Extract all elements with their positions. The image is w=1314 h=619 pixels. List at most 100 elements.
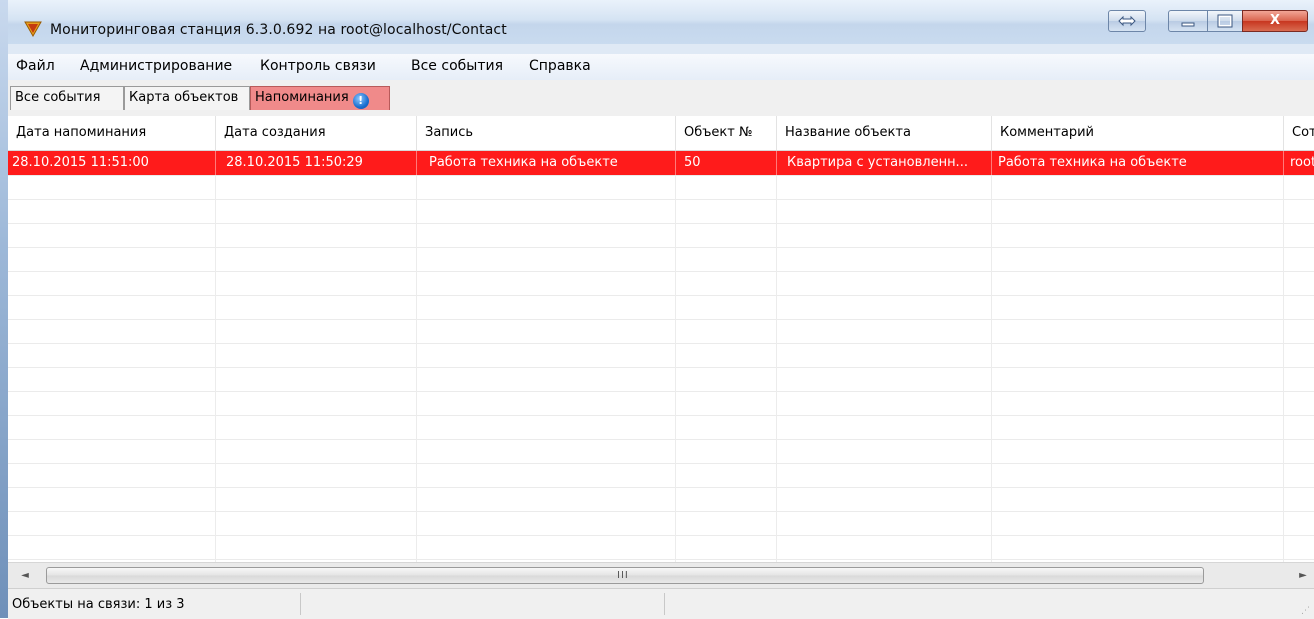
- grid-line: [675, 439, 676, 463]
- empty-row: [8, 511, 1314, 536]
- grid-line: [1283, 439, 1284, 463]
- grid-line: [1283, 535, 1284, 559]
- title-bar[interactable]: Мониторинговая станция 6.3.0.692 на root…: [8, 0, 1314, 44]
- grid-line: [675, 319, 676, 343]
- grid-line: [776, 391, 777, 415]
- grid-line: [776, 535, 777, 559]
- grid-line: [416, 391, 417, 415]
- grip-icon: III: [617, 570, 629, 581]
- scrollbar-thumb[interactable]: III: [46, 567, 1204, 584]
- empty-row: [8, 463, 1314, 488]
- empty-row: [8, 199, 1314, 224]
- grid-line: [991, 511, 992, 535]
- table-cell: 28.10.2015 11:51:00: [8, 151, 216, 175]
- grid-line: [776, 415, 777, 439]
- grid-line: [675, 487, 676, 511]
- grid-line: [416, 439, 417, 463]
- column-header[interactable]: Запись: [417, 116, 676, 150]
- empty-row: [8, 415, 1314, 440]
- column-header[interactable]: Название объекта: [777, 116, 992, 150]
- grid-line: [991, 391, 992, 415]
- grid-line: [1283, 511, 1284, 535]
- shield-app-icon: [24, 21, 42, 37]
- grid-line: [416, 271, 417, 295]
- scroll-left-icon[interactable]: ◄: [16, 567, 34, 585]
- grid-line: [1283, 319, 1284, 343]
- grid-line: [991, 487, 992, 511]
- grid-line: [675, 247, 676, 271]
- tab-reminders[interactable]: Напоминания!: [250, 86, 390, 110]
- grid-line: [675, 367, 676, 391]
- grid-line: [991, 199, 992, 223]
- minimize-icon[interactable]: [1168, 10, 1208, 32]
- grid-line: [416, 247, 417, 271]
- menu-all-events[interactable]: Все события: [411, 58, 503, 74]
- grid-line: [991, 535, 992, 559]
- info-icon: !: [352, 93, 369, 109]
- grid-line: [991, 463, 992, 487]
- tab-object-map[interactable]: Карта объектов: [124, 86, 250, 110]
- grid-line: [416, 175, 417, 199]
- grid-line: [776, 439, 777, 463]
- grid-line: [1283, 391, 1284, 415]
- menu-administration[interactable]: Администрирование: [80, 58, 232, 74]
- grid-line: [991, 223, 992, 247]
- grid-line: [1283, 247, 1284, 271]
- grid-line: [991, 367, 992, 391]
- grid-line: [416, 487, 417, 511]
- close-button[interactable]: X: [1242, 10, 1308, 32]
- grid-line: [215, 247, 216, 271]
- grid-line: [416, 199, 417, 223]
- grid-line: [416, 343, 417, 367]
- grid-line: [416, 319, 417, 343]
- empty-row: [8, 223, 1314, 248]
- grid-line: [675, 463, 676, 487]
- grid-line: [991, 343, 992, 367]
- grid-line: [776, 271, 777, 295]
- scroll-right-icon[interactable]: ►: [1294, 567, 1312, 585]
- column-header[interactable]: Объект №: [676, 116, 777, 150]
- tab-all-events[interactable]: Все события: [10, 86, 124, 110]
- empty-row: [8, 535, 1314, 560]
- grid-line: [776, 247, 777, 271]
- column-header[interactable]: Сот: [1284, 116, 1314, 150]
- grid-line: [675, 295, 676, 319]
- grid-line: [675, 415, 676, 439]
- resize-grip-icon[interactable]: ⋰: [1301, 606, 1310, 616]
- grid-line: [215, 271, 216, 295]
- grid-line: [416, 535, 417, 559]
- grid-line: [416, 511, 417, 535]
- reminders-table: Дата напоминания Дата создания Запись Об…: [8, 116, 1314, 562]
- desktop-edge: [0, 0, 8, 618]
- window-title: Мониторинговая станция 6.3.0.692 на root…: [50, 22, 507, 38]
- grid-line: [776, 319, 777, 343]
- grid-line: [675, 271, 676, 295]
- column-header[interactable]: Дата напоминания: [8, 116, 216, 150]
- grid-line: [991, 319, 992, 343]
- grid-line: [215, 487, 216, 511]
- empty-row: [8, 319, 1314, 344]
- menu-file[interactable]: Файл: [16, 58, 55, 74]
- empty-row: [8, 367, 1314, 392]
- grid-line: [776, 511, 777, 535]
- empty-row: [8, 295, 1314, 320]
- column-header[interactable]: Дата создания: [216, 116, 417, 150]
- empty-row: [8, 391, 1314, 416]
- menu-help[interactable]: Справка: [529, 58, 591, 74]
- grid-line: [991, 271, 992, 295]
- column-header[interactable]: Комментарий: [992, 116, 1284, 150]
- grid-line: [675, 199, 676, 223]
- tab-strip: Все события Карта объектов Напоминания!: [8, 80, 1314, 116]
- grid-line: [776, 199, 777, 223]
- maximize-icon[interactable]: [1207, 10, 1243, 32]
- grid-line: [1283, 343, 1284, 367]
- menu-connection-control[interactable]: Контроль связи: [260, 58, 376, 74]
- grid-line: [215, 415, 216, 439]
- close-icon: X: [1269, 13, 1281, 28]
- grid-line: [776, 343, 777, 367]
- table-row[interactable]: 28.10.2015 11:51:00 28.10.2015 11:50:29 …: [8, 151, 1314, 176]
- table-cell: 50: [676, 151, 777, 175]
- horizontal-scrollbar[interactable]: ◄ III ►: [8, 562, 1314, 589]
- swap-icon[interactable]: [1108, 10, 1146, 32]
- grid-line: [675, 391, 676, 415]
